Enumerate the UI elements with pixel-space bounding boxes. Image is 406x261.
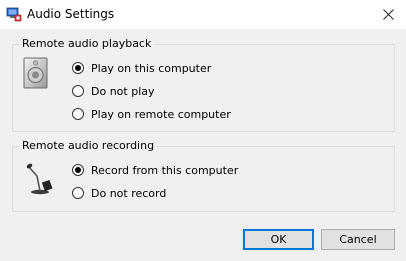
microphone-icon	[25, 161, 55, 195]
playback-group-label: Remote audio playback	[20, 37, 154, 51]
ok-button[interactable]: OK	[243, 229, 314, 250]
recording-group-label: Remote audio recording	[20, 139, 157, 153]
close-icon	[382, 9, 394, 20]
speaker-icon	[23, 57, 49, 89]
radio-label: Record from this computer	[91, 163, 239, 177]
radio-label: Play on remote computer	[91, 107, 231, 121]
radio-record-from-this-computer[interactable]: Record from this computer	[72, 162, 238, 178]
window-title: Audio Settings	[27, 7, 115, 21]
radio-button-selected[interactable]	[72, 164, 84, 176]
radio-button[interactable]	[72, 85, 84, 97]
close-button[interactable]	[370, 0, 406, 29]
radio-play-on-this-computer[interactable]: Play on this computer	[72, 60, 211, 76]
radio-do-not-record[interactable]: Do not record	[72, 185, 166, 201]
title-bar: Audio Settings	[0, 0, 406, 29]
radio-do-not-play[interactable]: Do not play	[72, 83, 155, 99]
radio-button-selected[interactable]	[72, 62, 84, 74]
radio-button[interactable]	[72, 187, 84, 199]
radio-play-on-remote-computer[interactable]: Play on remote computer	[72, 106, 231, 122]
audio-settings-app-icon	[6, 6, 22, 22]
playback-group: Remote audio playback Play on this compu…	[12, 37, 395, 132]
radio-label: Do not play	[91, 84, 155, 98]
recording-group: Remote audio recording Record from this …	[12, 139, 395, 212]
cancel-button[interactable]: Cancel	[321, 229, 395, 250]
radio-label: Play on this computer	[91, 61, 212, 75]
radio-button[interactable]	[72, 108, 84, 120]
radio-label: Do not record	[91, 186, 167, 200]
